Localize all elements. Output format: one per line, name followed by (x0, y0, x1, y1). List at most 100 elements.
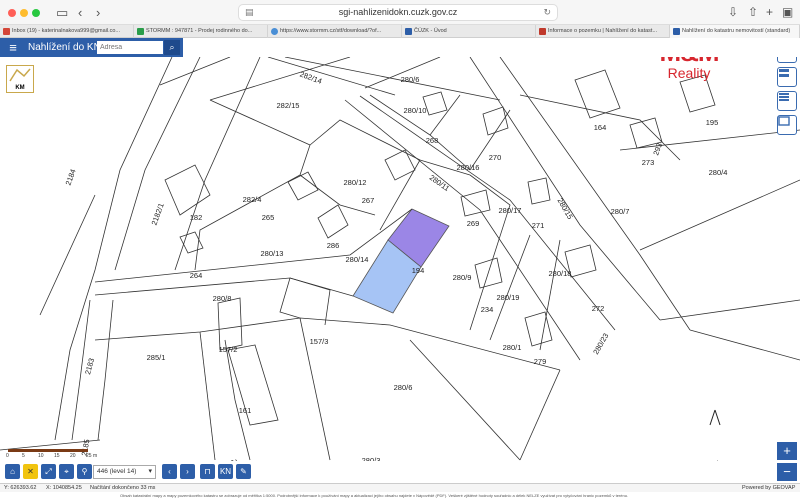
parcel-label: 182 (190, 213, 203, 222)
browser-toolbar: ▭ ‹ › ▤ sgi-nahlizenidokn.cuzk.gov.cz ↻ … (0, 0, 800, 25)
comment-icon[interactable]: ✎ (236, 464, 251, 479)
scale-tick-label: 20 (70, 453, 76, 459)
parcel-label: 280/13 (261, 249, 284, 258)
gmail-icon (3, 28, 10, 35)
tab-inbox[interactable]: Inbox (19) - katerinalnakova999@gmail.co… (0, 25, 134, 38)
status-bar: Y: 626393.62 X: 1040854.25 Načítání doko… (0, 483, 800, 492)
fit-extent-icon[interactable]: ⤢ (41, 464, 56, 479)
panel-icon (778, 116, 790, 126)
sidebar-toggle-icon[interactable]: ▭ (56, 5, 68, 21)
zoom-level-value: 446 (level 14) (97, 468, 137, 475)
parcel-map-svg[interactable]: 282/14 280/6282/15280/10268270280/1616419… (0, 57, 800, 461)
tab-bar: Inbox (19) - katerinalnakova999@gmail.co… (0, 25, 800, 38)
back-arrow-icon[interactable]: ‹ (78, 5, 82, 20)
parcel-label: 280/4 (709, 168, 728, 177)
scale-tick-label: 5 (22, 453, 25, 459)
download-icon[interactable]: ⇩ (728, 5, 738, 19)
url-bar[interactable]: ▤ sgi-nahlizenidokn.cuzk.gov.cz ↻ (238, 4, 558, 21)
north-arrow-icon (709, 409, 721, 426)
parcel-label: 280/15 (556, 197, 575, 221)
tab-overview-icon[interactable]: ▣ (782, 5, 793, 19)
search-icon[interactable]: ⌕ (164, 40, 180, 55)
tab-label: https://www.stormm.cz/stf/download/?of..… (280, 28, 382, 34)
parcel-label: 280/9 (453, 273, 472, 282)
parcel-label: 273 (642, 158, 655, 167)
tab-label: Informace o pozemku | Nahlížení do katas… (548, 28, 658, 34)
info-icon (539, 28, 546, 35)
home-icon[interactable]: ⌂ (5, 464, 20, 479)
zoom-level-select[interactable]: 446 (level 14) ▾ (93, 465, 156, 479)
parcel-label: 280/10 (404, 106, 427, 115)
parcel-label: 2184 (64, 168, 78, 187)
map-layer-icon (9, 68, 31, 82)
locate-icon[interactable]: ⌖ (59, 464, 74, 479)
kn-button[interactable]: KN (218, 464, 233, 479)
parcel-label: 280/23 (591, 332, 610, 356)
forward-arrow-icon[interactable]: › (96, 5, 100, 20)
km-label: KM (15, 85, 25, 91)
parcel-label: 280/7 (611, 207, 630, 216)
print-button[interactable] (777, 57, 797, 63)
parcel-label: 265 (262, 213, 275, 222)
km-layer-button[interactable]: KM (6, 65, 34, 93)
zoom-in-button[interactable]: + (777, 442, 797, 460)
legend-button[interactable] (777, 91, 797, 111)
tab-download[interactable]: https://www.stormm.cz/stf/download/?of..… (268, 25, 402, 38)
legend-icon (779, 93, 789, 101)
tab-label: ČÚZK - Úvod (414, 28, 447, 34)
address-search-input[interactable] (97, 41, 163, 54)
parcel-label: 164 (594, 123, 607, 132)
parcel-label: 272 (592, 304, 605, 313)
parcel-label: 2182/1 (149, 202, 165, 227)
close-window-button[interactable] (8, 9, 16, 17)
tab-cuzk[interactable]: ČÚZK - Úvod (402, 25, 536, 38)
parcel-label: 195 (706, 118, 719, 127)
cuzk-icon (405, 28, 412, 35)
tab-cadastre[interactable]: Nahlížení do katastru nemovitostí (stand… (670, 25, 800, 38)
bottom-toolbar: ⌂ ✕ ⤢ ⌖ ⚲ 446 (level 14) ▾ ‹ › ⊓ KN ✎ − (0, 461, 800, 483)
parcel-label: 280/18 (549, 269, 572, 278)
parcel-label: 280/6 (394, 383, 413, 392)
disclaimer-text: Obsah katastrální mapy a mapy pozemkovéh… (120, 493, 629, 498)
cadastral-map[interactable]: 282/14 280/6 282/15 280/10 268 270 280/16 164 19… (0, 57, 800, 461)
parcel-label: 234 (481, 305, 494, 314)
scale-ticks: 0 5 10 15 20 25 m (6, 453, 146, 461)
parcel-label: 157/2 (219, 345, 238, 354)
parcel-label: 280/14 (346, 255, 369, 264)
hamburger-menu-icon[interactable]: ≡ (4, 39, 22, 56)
parcel-label: 268 (426, 136, 439, 145)
parcel-label: 270 (489, 153, 502, 162)
tab-parcel-info[interactable]: Informace o pozemku | Nahlížení do katas… (536, 25, 670, 38)
maximize-window-button[interactable] (32, 9, 40, 17)
page-settings-icon[interactable]: ▤ (245, 5, 254, 20)
share-icon[interactable]: ⇧ (748, 5, 758, 19)
minimize-window-button[interactable] (20, 9, 28, 17)
chevron-left-icon[interactable]: ‹ (162, 464, 177, 479)
map-pin-icon[interactable]: ⚲ (77, 464, 92, 479)
url-text: sgi-nahlizenidokn.cuzk.gov.cz (338, 7, 458, 17)
info-panel-button[interactable] (777, 115, 797, 135)
reload-icon[interactable]: ↻ (543, 5, 551, 20)
parcel-label: 285/1 (147, 353, 166, 362)
parcel-label: 267 (362, 196, 375, 205)
parcel-label: 194 (412, 266, 425, 275)
chevron-right-icon[interactable]: › (180, 464, 195, 479)
parcel-label: 280/6 (401, 75, 420, 84)
parcel-label: 279 (534, 357, 547, 366)
logo-sub: Reality (667, 65, 711, 81)
stormm-icon (137, 28, 144, 35)
app-header: ≡ Nahlížení do KN ⌕ (0, 38, 183, 57)
parcel-label: 286 (327, 241, 340, 250)
scale-bar: 0 5 10 15 20 25 m (6, 449, 146, 461)
parcel-label: 2183 (83, 357, 96, 375)
tab-stormm[interactable]: STORMM : 947871 - Prodej rodinného do... (134, 25, 268, 38)
measure-icon[interactable]: ⊓ (200, 464, 215, 479)
scale-tick-label: 15 (54, 453, 60, 459)
parcel-label: 280/11 (428, 173, 452, 193)
new-tab-icon[interactable]: + (766, 5, 773, 19)
parcel-label: 157/3 (310, 337, 329, 346)
scale-tick-label: 25 m (86, 453, 98, 459)
layers-button[interactable] (777, 67, 797, 87)
clear-selection-icon[interactable]: ✕ (23, 464, 38, 479)
zoom-out-button[interactable]: − (777, 463, 797, 481)
